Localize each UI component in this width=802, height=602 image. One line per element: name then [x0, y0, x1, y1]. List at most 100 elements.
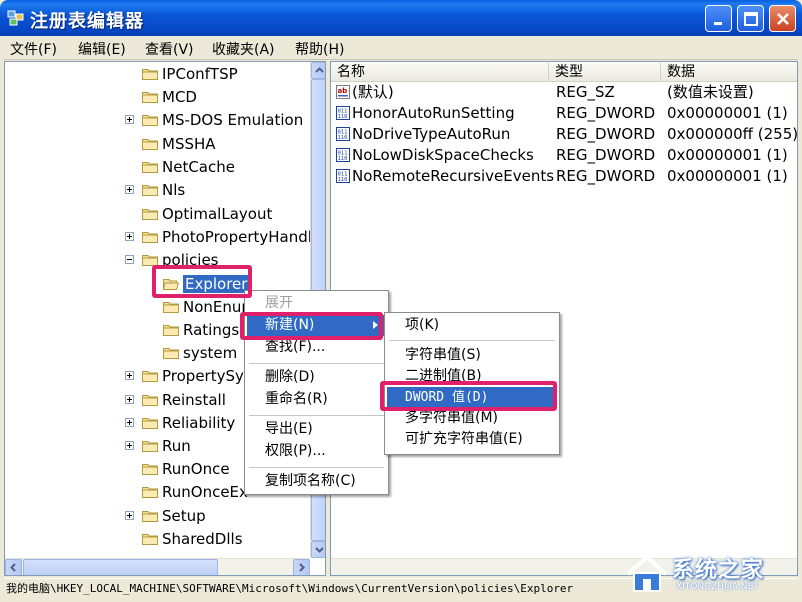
folder-icon [163, 302, 179, 313]
tree-hscroll-thumb[interactable] [23, 559, 218, 575]
menu-item-label: 权限(P)... [265, 443, 326, 459]
folder-icon [142, 487, 158, 498]
context-menu-item[interactable]: 复制项名称(C) [247, 471, 386, 492]
folder-icon [163, 348, 179, 359]
folder-icon [142, 232, 158, 243]
value-type: REG_DWORD [556, 125, 656, 143]
window-title: 注册表编辑器 [30, 11, 144, 32]
minimize-icon [714, 22, 722, 25]
tree-item-label: Setup [162, 507, 206, 525]
context-menu-item[interactable]: 查找(F)... [247, 337, 386, 358]
chevron-left-icon [10, 563, 16, 572]
context-menu-item[interactable]: 导出(E) [247, 419, 386, 440]
menu-item-label: 多字符串值(M) [405, 410, 499, 426]
value-row[interactable]: 011 110 NoRemoteRecursiveEvents REG_DWORD 0x… [331, 166, 797, 187]
submenu-item[interactable]: 可扩充字符串值(E) [387, 429, 557, 450]
tree-item-ipconftsp[interactable]: IPConfTSP [5, 63, 310, 85]
folder-icon [163, 325, 179, 336]
title-bar[interactable]: 注册表编辑器 [0, 0, 802, 36]
menu-favorites[interactable]: 收藏夹(A) [212, 39, 275, 59]
value-data: 0x00000001 (1) [667, 104, 788, 122]
folder-icon [142, 115, 158, 126]
scroll-up-button[interactable] [311, 62, 325, 79]
value-type: REG_SZ [556, 83, 615, 101]
folder-icon [142, 69, 158, 80]
tree-item-label: PropertySys [162, 367, 252, 385]
folder-icon [142, 92, 158, 103]
minimize-button[interactable] [705, 5, 732, 32]
tree-item-setup[interactable]: Setup [5, 505, 310, 527]
tree-item-shareddlls[interactable]: SharedDlls [5, 528, 310, 550]
menu-bar: 文件(F) 编辑(E) 查看(V) 收藏夹(A) 帮助(H) [4, 36, 798, 60]
folder-icon [142, 534, 158, 545]
value-row[interactable]: 011 110 NoDriveTypeAutoRun REG_DWORD 0x00000… [331, 124, 797, 145]
tree-item-mssha[interactable]: MSSHA [5, 133, 310, 155]
maximize-button[interactable] [737, 5, 764, 32]
context-menu-item[interactable]: 展开 [247, 293, 386, 314]
value-name: NoRemoteRecursiveEvents [352, 167, 555, 185]
chevron-right-icon [299, 563, 305, 572]
menu-item-label: 重命名(R) [265, 391, 328, 407]
tree-item-ms-dos-emulation[interactable]: MS-DOS Emulation [5, 109, 310, 131]
value-data: (数值未设置) [667, 83, 754, 101]
menu-view[interactable]: 查看(V) [145, 39, 194, 59]
menu-item-label: 删除(D) [265, 369, 315, 385]
folder-icon [142, 185, 158, 196]
scroll-right-button[interactable] [293, 559, 310, 575]
tree-item-photopropertyhandle[interactable]: PhotoPropertyHandle [5, 226, 321, 248]
expand-toggle[interactable] [125, 511, 134, 520]
menu-file[interactable]: 文件(F) [10, 39, 57, 59]
scroll-left-button[interactable] [5, 559, 22, 575]
tree-item-label: SharedDlls [162, 530, 243, 548]
annotation-box-new [240, 312, 383, 340]
value-row[interactable]: ab (默认) REG_SZ (数值未设置) [331, 82, 797, 103]
list-header: 名称 类型 数据 [331, 62, 797, 82]
expand-toggle[interactable] [125, 418, 134, 427]
menu-edit[interactable]: 编辑(E) [78, 39, 126, 59]
menu-separator [249, 415, 384, 416]
submenu-item[interactable]: 字符串值(S) [387, 345, 557, 366]
tree-item-optimallayout[interactable]: OptimalLayout [5, 203, 310, 225]
maximize-icon [744, 12, 758, 26]
tree-item-label: Run [162, 437, 191, 455]
tree-item-netcache[interactable]: NetCache [5, 156, 310, 178]
column-header-data[interactable]: 数据 [661, 62, 797, 82]
context-menu-item[interactable]: 重命名(R) [247, 389, 386, 410]
tree-item-mcd[interactable]: MCD [5, 86, 310, 108]
value-name: HonorAutoRunSetting [352, 104, 515, 122]
expand-toggle[interactable] [125, 395, 134, 404]
menu-help[interactable]: 帮助(H) [295, 39, 344, 59]
tree-item-label: Nls [162, 181, 186, 199]
watermark-text: 系统之家 [672, 558, 765, 583]
tree-horizontal-scrollbar[interactable] [5, 558, 310, 575]
close-button[interactable] [769, 5, 796, 32]
submenu-item[interactable]: 项(K) [387, 315, 557, 336]
scroll-down-button[interactable] [311, 541, 325, 558]
context-menu-item[interactable]: 权限(P)... [247, 441, 386, 462]
folder-icon [142, 209, 158, 220]
submenu-item[interactable]: 多字符串值(M) [387, 408, 557, 429]
svg-text:110: 110 [338, 114, 348, 120]
value-row[interactable]: 011 110 HonorAutoRunSetting REG_DWORD 0x0000… [331, 103, 797, 124]
value-row[interactable]: 011 110 NoLowDiskSpaceChecks REG_DWORD 0x000… [331, 145, 797, 166]
column-header-name[interactable]: 名称 [331, 62, 549, 82]
expand-toggle[interactable] [125, 115, 134, 124]
value-type: REG_DWORD [556, 167, 656, 185]
tree-item-nls[interactable]: Nls [5, 179, 310, 201]
tree-item-label: Reliability [162, 414, 236, 432]
tree-item-label: MCD [162, 88, 197, 106]
tree-item-label: Reinstall [162, 391, 226, 409]
expand-toggle[interactable] [125, 185, 134, 194]
context-menu-item[interactable]: 删除(D) [247, 367, 386, 388]
tree-item-label: system [183, 344, 238, 362]
expand-toggle[interactable] [125, 232, 134, 241]
column-header-type[interactable]: 类型 [549, 62, 661, 82]
menu-item-label: 字符串值(S) [405, 347, 481, 363]
expand-toggle[interactable] [125, 371, 134, 380]
folder-icon [142, 139, 158, 150]
menu-item-label: 可扩充字符串值(E) [405, 431, 523, 447]
tree-item-label: OptimalLayout [162, 205, 273, 223]
expand-toggle[interactable] [125, 441, 134, 450]
value-type: REG_DWORD [556, 146, 656, 164]
collapse-toggle[interactable] [125, 255, 134, 264]
